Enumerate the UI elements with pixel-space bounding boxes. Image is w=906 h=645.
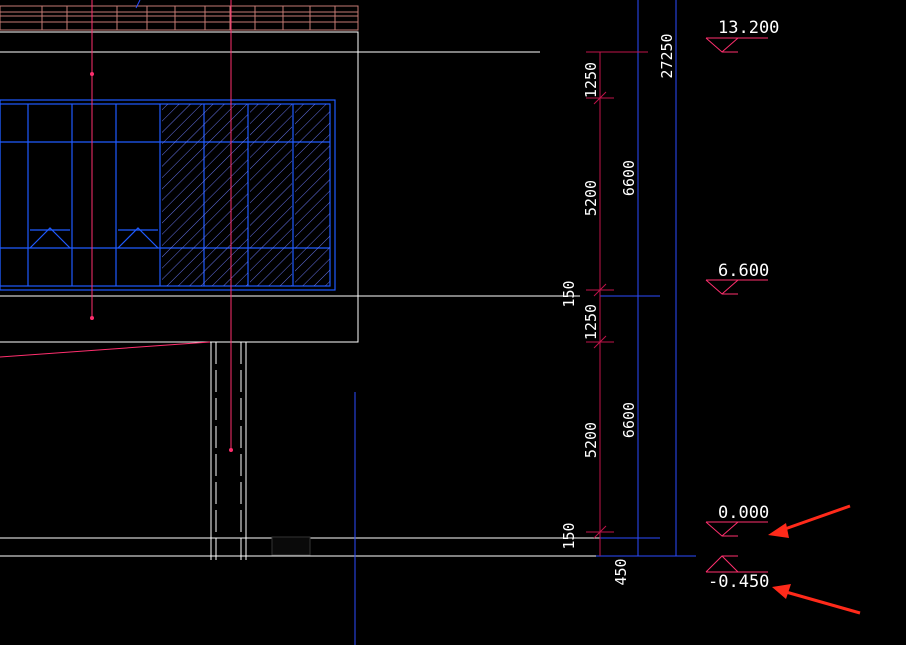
dimension-text: 27250: [658, 33, 676, 78]
elevation-value: 13.200: [718, 18, 779, 38]
dimension-text: 6600: [620, 160, 638, 196]
dimension-text: 1250: [582, 62, 600, 98]
dimension-text: 6600: [620, 402, 638, 438]
dimension-text: 1250: [582, 304, 600, 340]
hatched-panels: [162, 104, 330, 286]
dimension-text: 450: [612, 558, 630, 585]
elevation-value: 0.000: [718, 503, 769, 523]
dimension-text: 5200: [582, 180, 600, 216]
dimension-text: 150: [560, 280, 578, 307]
elevation-value: 6.600: [718, 261, 769, 281]
cad-elevation-drawing: 12505200150125052001504506600660027250 1…: [0, 0, 906, 645]
dimension-text: 5200: [582, 422, 600, 458]
ground-block: [271, 536, 311, 556]
dimension-text: 150: [560, 522, 578, 549]
elevation-value: -0.450: [708, 572, 769, 592]
